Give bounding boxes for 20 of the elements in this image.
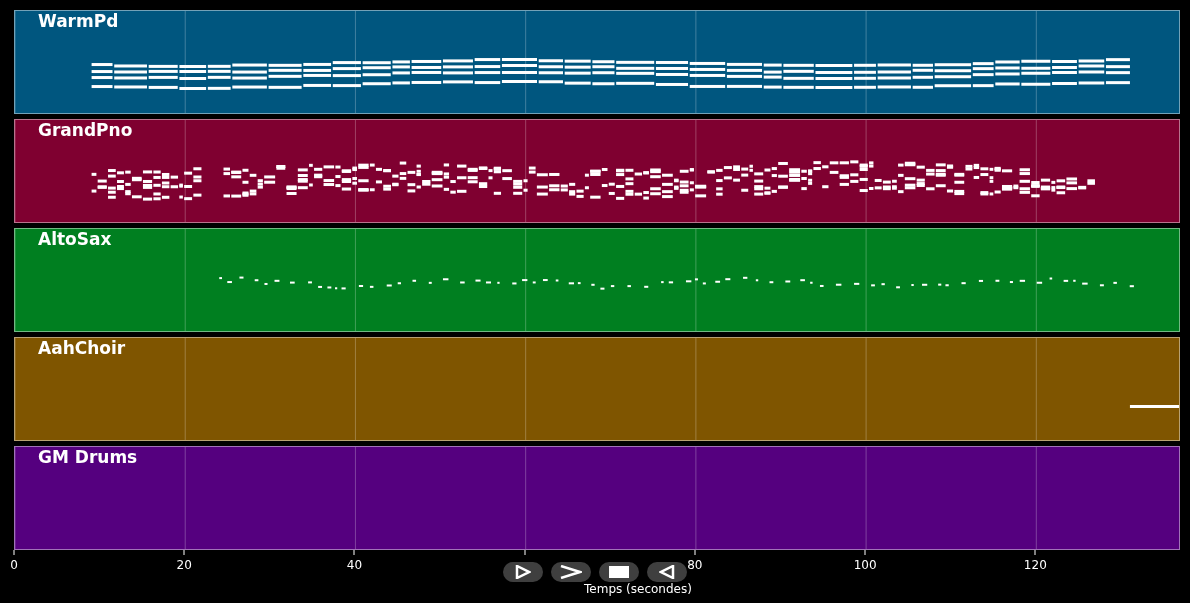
play-button[interactable] [503, 562, 543, 582]
axis-tick-label: 0 [10, 558, 18, 572]
forward-button[interactable] [551, 562, 591, 582]
track-name: GM Drums [38, 447, 138, 467]
play-icon [515, 565, 531, 579]
axis-tick-label: 100 [853, 558, 877, 572]
axis-title: Temps (secondes) [584, 582, 692, 596]
axis-tick-label: 20 [176, 558, 192, 572]
stop-icon [609, 566, 629, 578]
axis-tick-label: 80 [687, 558, 703, 572]
reverse-play-icon [659, 565, 675, 579]
reverse-play-button[interactable] [647, 562, 687, 582]
stop-button[interactable] [599, 562, 639, 582]
track-name: WarmPd [38, 11, 119, 31]
axis-tick-label: 40 [346, 558, 363, 572]
track-name: GrandPno [38, 120, 133, 140]
track-name: AahChoir [38, 338, 126, 358]
axis-tick-label: 120 [1023, 558, 1047, 572]
chevron-right-icon [560, 565, 582, 579]
track-name: AltoSax [38, 229, 112, 249]
